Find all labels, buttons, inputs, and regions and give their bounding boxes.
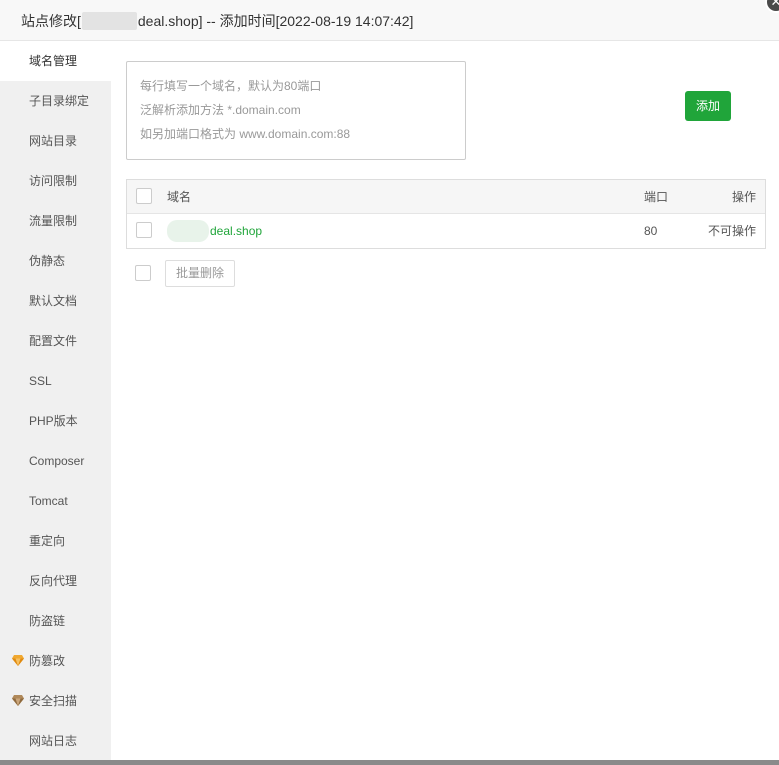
row-checkbox[interactable] [136, 222, 152, 238]
sidebar-item-site-logs[interactable]: 网站日志 [0, 721, 111, 761]
domain-hint-line: 每行填写一个域名，默认为80端口 [140, 79, 322, 93]
sidebar-item-label: PHP版本 [29, 414, 78, 428]
sidebar-item-site-directory[interactable]: 网站目录 [0, 121, 111, 161]
title-prefix: 站点修改[ [21, 13, 81, 29]
sidebar-item-security-scan[interactable]: 安全扫描 [0, 681, 111, 721]
domain-input-textarea[interactable]: 每行填写一个域名，默认为80端口 泛解析添加方法 *.domain.com 如另… [126, 61, 466, 160]
sidebar-item-label: 网站目录 [29, 134, 78, 148]
title-suffix: deal.shop] -- 添加时间[2022-08-19 14:07:42] [137, 13, 414, 29]
sidebar-item-tomcat[interactable]: Tomcat [0, 481, 111, 521]
sidebar-item-hotlink-protection[interactable]: 防盗链 [0, 601, 111, 641]
sidebar-item-label: 防盗链 [29, 614, 66, 628]
domain-management-panel: 每行填写一个域名，默认为80端口 泛解析添加方法 *.domain.com 如另… [111, 41, 779, 760]
sidebar-item-ssl[interactable]: SSL [0, 361, 111, 401]
sidebar-item-label: 域名管理 [29, 54, 78, 68]
domain-text: deal.shop [210, 224, 263, 238]
redacted-site-name [81, 12, 137, 30]
redacted-domain-prefix [167, 220, 209, 242]
sidebar-item-label: Composer [29, 454, 85, 468]
sidebar-item-label: 默认文档 [29, 294, 78, 308]
sidebar-item-label: 防篡改 [29, 654, 66, 668]
domain-cell: deal.shop [167, 214, 262, 248]
sidebar-item-label: 子目录绑定 [29, 94, 90, 108]
settings-sidebar: 域名管理 子目录绑定 网站目录 访问限制 流量限制 伪静态 默认文档 配置文件 … [0, 41, 111, 760]
sidebar-item-label: 重定向 [29, 534, 66, 548]
sidebar-item-domain-management[interactable]: 域名管理 [0, 41, 111, 81]
table-row: deal.shop 80 不可操作 [127, 214, 765, 248]
header-port: 端口 [644, 190, 669, 204]
sidebar-item-label: 网站日志 [29, 734, 78, 748]
sidebar-item-redirect[interactable]: 重定向 [0, 521, 111, 561]
sidebar-item-label: 反向代理 [29, 574, 78, 588]
domain-hint-line: 如另加端口格式为 www.domain.com:88 [140, 127, 351, 141]
close-icon[interactable]: ✕ [765, 0, 779, 13]
sidebar-item-label: 配置文件 [29, 334, 78, 348]
bronze-gem-icon [12, 695, 24, 706]
bulk-select-checkbox[interactable] [135, 265, 151, 281]
sidebar-item-reverse-proxy[interactable]: 反向代理 [0, 561, 111, 601]
sidebar-item-label: 安全扫描 [29, 694, 78, 708]
bulk-delete-button[interactable]: 批量删除 [165, 260, 235, 287]
sidebar-item-label: 流量限制 [29, 214, 78, 228]
sidebar-item-subdirectory-binding[interactable]: 子目录绑定 [0, 81, 111, 121]
action-cell: 不可操作 [707, 224, 756, 238]
sidebar-item-config-file[interactable]: 配置文件 [0, 321, 111, 361]
gold-gem-icon [12, 655, 24, 666]
add-domain-button[interactable]: 添加 [685, 91, 731, 121]
select-all-checkbox[interactable] [136, 188, 152, 204]
sidebar-item-php-version[interactable]: PHP版本 [0, 401, 111, 441]
table-header: 域名 端口 操作 [127, 180, 765, 214]
sidebar-item-composer[interactable]: Composer [0, 441, 111, 481]
sidebar-item-label: SSL [29, 374, 52, 388]
port-cell: 80 [644, 224, 658, 238]
sidebar-item-rewrite[interactable]: 伪静态 [0, 241, 111, 281]
sidebar-item-label: 访问限制 [29, 174, 78, 188]
dialog-title: 站点修改[ deal.shop] -- 添加时间[2022-08-19 14:0… [21, 11, 413, 31]
domain-table: 域名 端口 操作 deal.shop 80 不可操作 [126, 179, 766, 249]
domain-link[interactable]: deal.shop [167, 214, 262, 248]
sidebar-item-access-restriction[interactable]: 访问限制 [0, 161, 111, 201]
header-domain: 域名 [167, 190, 192, 204]
sidebar-item-traffic-limit[interactable]: 流量限制 [0, 201, 111, 241]
site-edit-dialog: 站点修改[ deal.shop] -- 添加时间[2022-08-19 14:0… [0, 0, 779, 765]
sidebar-item-label: Tomcat [29, 494, 68, 508]
sidebar-item-label: 伪静态 [29, 254, 66, 268]
sidebar-item-default-document[interactable]: 默认文档 [0, 281, 111, 321]
dialog-titlebar: 站点修改[ deal.shop] -- 添加时间[2022-08-19 14:0… [0, 0, 779, 41]
header-action: 操作 [731, 190, 756, 204]
domain-hint-line: 泛解析添加方法 *.domain.com [140, 103, 301, 117]
sidebar-item-tamper-protection[interactable]: 防篡改 [0, 641, 111, 681]
